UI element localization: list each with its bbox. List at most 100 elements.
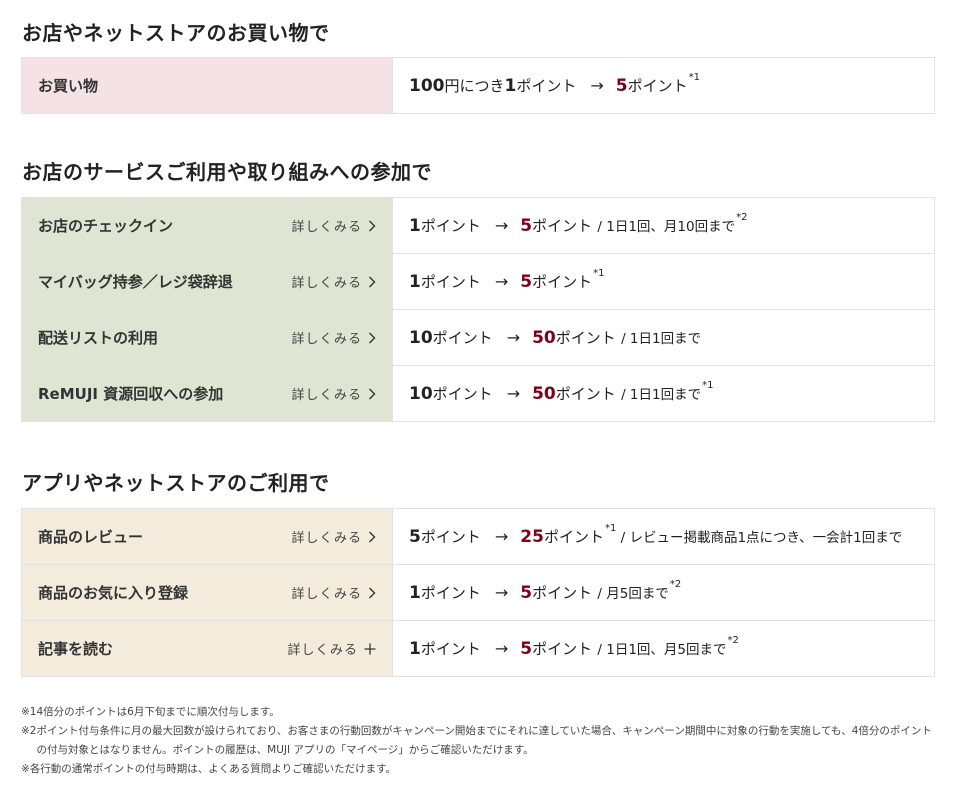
details-link[interactable]: 詳しくみる — [291, 272, 376, 291]
boost-points: 5 — [520, 216, 533, 236]
row-value-cell: 10ポイント → 50ポイント / 1日1回まで — [392, 309, 935, 366]
footnote-text: ポイント付与条件に月の最大回数が設けられており、お客さまの行動回数がキャンペーン… — [36, 725, 932, 756]
row-label-cell: お店のチェックイン 詳しくみる — [21, 197, 393, 254]
row-value-cell: 1ポイント → 5ポイント*1 — [392, 253, 935, 310]
row-label: 商品のレビュー — [38, 528, 144, 546]
boost-unit: ポイント — [555, 385, 616, 403]
details-link[interactable]: 詳しくみる — [291, 527, 376, 546]
arrow-icon: → — [494, 583, 509, 602]
arrow-icon: → — [494, 216, 509, 235]
boost-points: 25 — [520, 527, 544, 547]
limit-text: / レビュー掲載商品1点につき、一会計1回まで — [616, 530, 903, 546]
footnote-mark: ※1 — [21, 706, 37, 718]
details-link-label: 詳しくみる — [291, 332, 362, 347]
base-unit: ポイント — [420, 640, 481, 658]
base-points: 1 — [409, 216, 421, 236]
limit-text: / 1日1回、月5回まで — [593, 642, 727, 658]
base-unit: ポイント — [420, 217, 481, 235]
boost-points: 50 — [532, 328, 556, 348]
row-label-cell: 商品のお気に入り登録 詳しくみる — [21, 564, 393, 621]
arrow-icon: → — [506, 328, 521, 347]
footnote-mark: ※ — [21, 763, 30, 775]
section-title-shopping: お店やネットストアのお買い物で — [22, 21, 330, 45]
boost-unit: ポイント — [532, 273, 593, 291]
base-points-2: 1 — [504, 76, 517, 96]
footnote-mark: ※2 — [21, 725, 37, 737]
details-link[interactable]: 詳しくみる — [287, 639, 376, 658]
base-points: 10 — [409, 384, 433, 404]
base-unit: 円につき — [444, 77, 505, 95]
table-row: 商品のお気に入り登録 詳しくみる 1ポイント → 5ポイント / 月5回まで*2 — [21, 564, 935, 621]
base-unit: ポイント — [432, 385, 493, 403]
boost-points: 50 — [532, 384, 556, 404]
base-points: 100 — [409, 76, 445, 96]
row-label: お買い物 — [38, 77, 99, 95]
table-row: 商品のレビュー 詳しくみる 5ポイント → 25ポイント*1 / レビュー掲載商品1… — [21, 508, 935, 565]
base-unit-2: ポイント — [516, 77, 577, 95]
details-link-label: 詳しくみる — [291, 587, 362, 602]
arrow-icon: → — [494, 639, 509, 658]
details-link[interactable]: 詳しくみる — [291, 384, 376, 403]
table-row: 記事を読む 詳しくみる 1ポイント → 5ポイント / 1日1回、月5回まで*2 — [21, 620, 935, 677]
table-row: マイバッグ持参／レジ袋辞退 詳しくみる 1ポイント → 5ポイント*1 — [21, 253, 935, 310]
row-label-cell: 配送リストの利用 詳しくみる — [21, 309, 393, 366]
row-label-cell: マイバッグ持参／レジ袋辞退 詳しくみる — [21, 253, 393, 310]
footnote-3: ※ 各行動の通常ポイントの付与時期は、よくある質問よりご確認いただけます。 — [21, 760, 935, 779]
footnote-mark: *1 — [688, 72, 701, 83]
table-row: お買い物 100円につき1ポイント → 5ポイント*1 — [21, 57, 935, 114]
details-link[interactable]: 詳しくみる — [291, 216, 376, 235]
footnote-text: 4倍分のポイントは6月下旬までに順次付与します。 — [36, 706, 280, 718]
table-row: お店のチェックイン 詳しくみる 1ポイント → 5ポイント / 1日1回、月10回ま… — [21, 197, 935, 254]
points-table-app: 商品のレビュー 詳しくみる 5ポイント → 25ポイント*1 / レビュー掲載商品1… — [21, 508, 935, 677]
footnote-mark: *1 — [593, 268, 605, 279]
boost-points: 5 — [615, 76, 628, 96]
row-label-cell: 商品のレビュー 詳しくみる — [21, 508, 393, 565]
row-label: お店のチェックイン — [38, 217, 174, 235]
row-label-cell: 記事を読む 詳しくみる — [21, 620, 393, 677]
footnote-mark: *2 — [736, 212, 748, 223]
section-title-app: アプリやネットストアのご利用で — [22, 471, 330, 495]
chevron-right-icon — [368, 220, 376, 232]
details-link[interactable]: 詳しくみる — [291, 328, 376, 347]
details-link[interactable]: 詳しくみる — [291, 583, 376, 602]
arrow-icon: → — [506, 384, 521, 403]
boost-unit: ポイント — [532, 584, 593, 602]
chevron-right-icon — [368, 332, 376, 344]
base-points: 10 — [409, 328, 433, 348]
footnotes: ※1 4倍分のポイントは6月下旬までに順次付与します。 ※2 ポイント付与条件に… — [21, 703, 935, 779]
boost-unit: ポイント — [555, 329, 616, 347]
chevron-right-icon — [368, 587, 376, 599]
row-label: 商品のお気に入り登録 — [38, 584, 189, 602]
table-row: ReMUJI 資源回収への参加 詳しくみる 10ポイント → 50ポイント / 1日… — [21, 365, 935, 422]
row-value-cell: 5ポイント → 25ポイント*1 / レビュー掲載商品1点につき、一会計1回まで — [392, 508, 935, 565]
footnote-mark: *1 — [702, 380, 714, 391]
arrow-icon: → — [494, 272, 509, 291]
base-unit: ポイント — [420, 528, 481, 546]
details-link-label: 詳しくみる — [291, 276, 362, 291]
boost-points: 5 — [520, 272, 533, 292]
boost-unit: ポイント — [627, 77, 688, 95]
boost-unit: ポイント — [543, 528, 604, 546]
arrow-icon: → — [494, 527, 509, 546]
row-label: 記事を読む — [38, 640, 114, 658]
row-value-cell: 1ポイント → 5ポイント / 1日1回、月5回まで*2 — [392, 620, 935, 677]
row-label: 配送リストの利用 — [38, 329, 159, 347]
details-link-label: 詳しくみる — [291, 388, 362, 403]
boost-points: 5 — [520, 583, 533, 603]
row-label-cell: お買い物 — [21, 57, 393, 114]
footnote-2: ※2 ポイント付与条件に月の最大回数が設けられており、お客さまの行動回数がキャン… — [21, 722, 935, 760]
limit-text: / 1日1回、月10回まで — [593, 219, 736, 235]
row-value-cell: 1ポイント → 5ポイント / 1日1回、月10回まで*2 — [392, 197, 935, 254]
arrow-icon: → — [590, 76, 604, 95]
row-label: ReMUJI 資源回収への参加 — [38, 385, 224, 403]
row-label-cell: ReMUJI 資源回収への参加 詳しくみる — [21, 365, 393, 422]
footnote-1: ※1 4倍分のポイントは6月下旬までに順次付与します。 — [21, 703, 935, 722]
plus-icon — [364, 643, 376, 655]
row-value-cell: 100円につき1ポイント → 5ポイント*1 — [392, 57, 935, 114]
footnote-mark: *1 — [604, 523, 617, 534]
row-value-cell: 10ポイント → 50ポイント / 1日1回まで*1 — [392, 365, 935, 422]
points-table-shopping: お買い物 100円につき1ポイント → 5ポイント*1 — [21, 57, 935, 114]
base-unit: ポイント — [420, 584, 481, 602]
base-points: 5 — [409, 527, 421, 547]
chevron-right-icon — [368, 276, 376, 288]
